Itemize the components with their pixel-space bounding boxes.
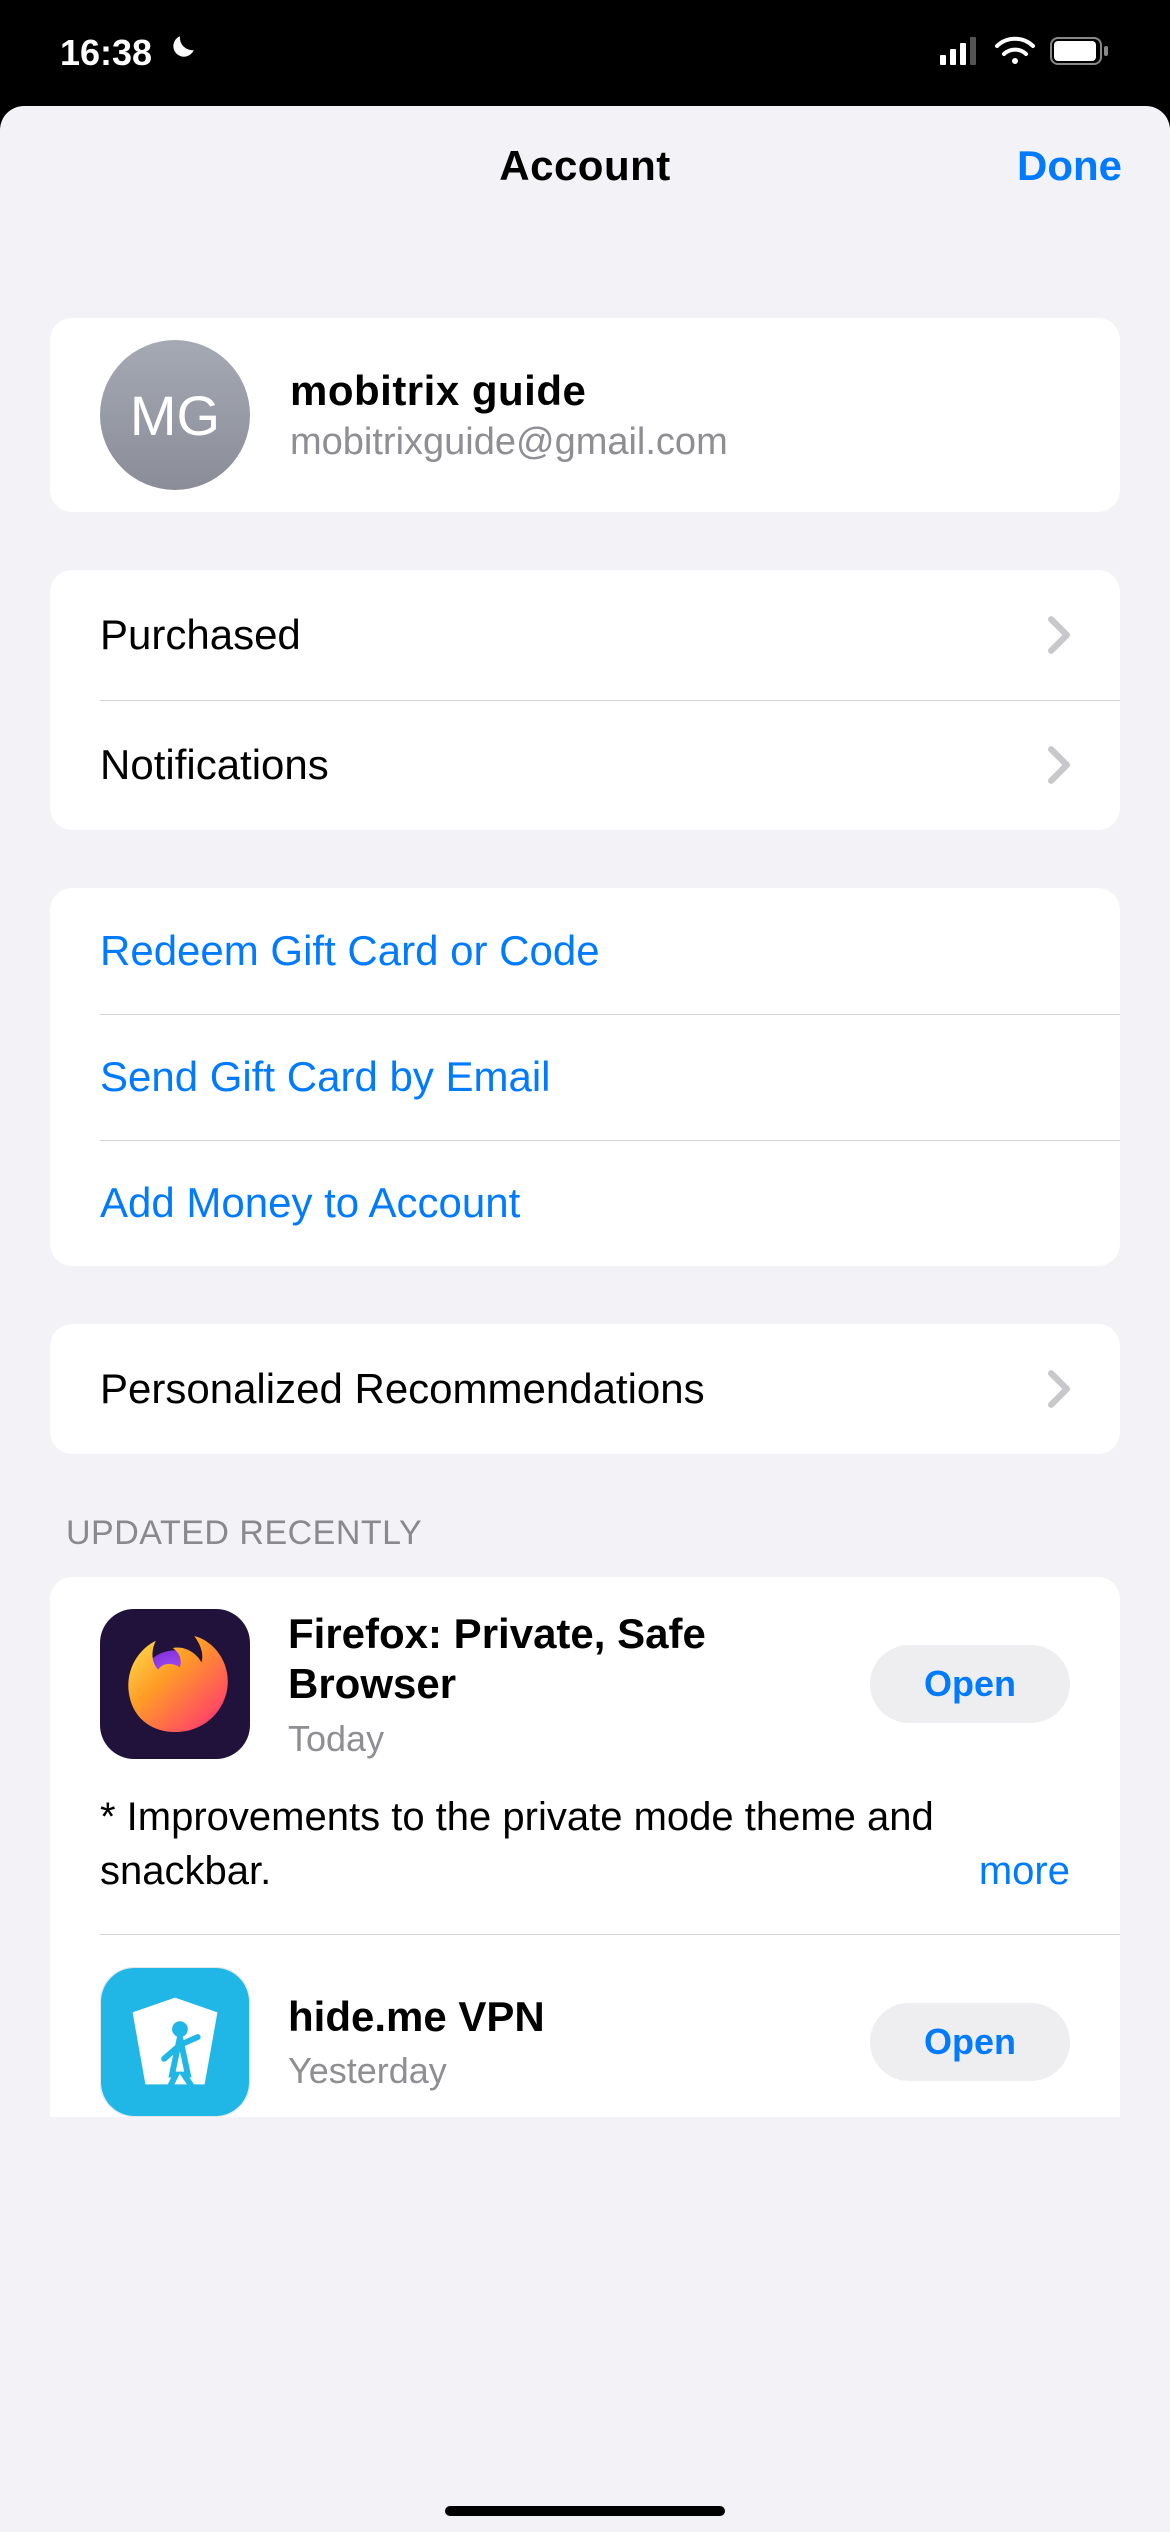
add-money-row[interactable]: Add Money to Account — [50, 1140, 1120, 1266]
app-update-date: Today — [288, 1718, 832, 1760]
profile-group: MG mobitrix guide mobitrixguide@gmail.co… — [50, 318, 1120, 512]
row-label: Add Money to Account — [100, 1179, 1070, 1227]
settings-group-1: Purchased Notifications — [50, 570, 1120, 830]
battery-icon — [1050, 37, 1110, 70]
notifications-row[interactable]: Notifications — [50, 700, 1120, 830]
row-label: Redeem Gift Card or Code — [100, 927, 1070, 975]
row-label: Purchased — [100, 611, 1048, 659]
purchased-row[interactable]: Purchased — [50, 570, 1120, 700]
wifi-icon — [994, 36, 1036, 71]
app-update-date: Yesterday — [288, 2050, 832, 2092]
status-bar: 16:38 — [0, 0, 1170, 106]
chevron-right-icon — [1048, 1370, 1070, 1408]
row-label: Notifications — [100, 741, 1048, 789]
redeem-gift-card-row[interactable]: Redeem Gift Card or Code — [50, 888, 1120, 1014]
release-notes: * Improvements to the private mode theme… — [100, 1790, 939, 1898]
profile-row[interactable]: MG mobitrix guide mobitrixguide@gmail.co… — [50, 318, 1120, 512]
do-not-disturb-icon — [164, 32, 198, 75]
app-name: hide.me VPN — [288, 1992, 832, 2042]
updated-recently-group: Firefox: Private, Safe Browser Today Ope… — [50, 1577, 1120, 2117]
home-indicator[interactable] — [445, 2506, 725, 2516]
open-button[interactable]: Open — [870, 2003, 1070, 2081]
nav-bar: Account Done — [0, 106, 1170, 226]
status-time: 16:38 — [60, 32, 152, 74]
updated-recently-header: UPDATED RECENTLY — [50, 1454, 1120, 1553]
app-name: Firefox: Private, Safe Browser — [288, 1609, 832, 1710]
profile-name: mobitrix guide — [290, 367, 728, 415]
row-label: Personalized Recommendations — [100, 1365, 1048, 1413]
settings-group-3: Personalized Recommendations — [50, 1324, 1120, 1454]
done-button[interactable]: Done — [1017, 142, 1122, 190]
chevron-right-icon — [1048, 746, 1070, 784]
profile-email: mobitrixguide@gmail.com — [290, 421, 728, 464]
open-button[interactable]: Open — [870, 1645, 1070, 1723]
chevron-right-icon — [1048, 616, 1070, 654]
app-row-firefox: Firefox: Private, Safe Browser Today Ope… — [50, 1577, 1120, 1934]
more-button[interactable]: more — [979, 1844, 1070, 1898]
firefox-app-icon[interactable] — [100, 1609, 250, 1759]
account-sheet: Account Done MG mobitrix guide mobitrixg… — [0, 106, 1170, 2532]
row-label: Send Gift Card by Email — [100, 1053, 1070, 1101]
cellular-icon — [940, 37, 980, 70]
send-gift-card-row[interactable]: Send Gift Card by Email — [50, 1014, 1120, 1140]
avatar: MG — [100, 340, 250, 490]
hideme-app-icon[interactable] — [100, 1967, 250, 2117]
personalized-recommendations-row[interactable]: Personalized Recommendations — [50, 1324, 1120, 1454]
app-row-hideme: hide.me VPN Yesterday Open — [50, 1935, 1120, 2117]
page-title: Account — [499, 142, 671, 190]
settings-group-2: Redeem Gift Card or Code Send Gift Card … — [50, 888, 1120, 1266]
